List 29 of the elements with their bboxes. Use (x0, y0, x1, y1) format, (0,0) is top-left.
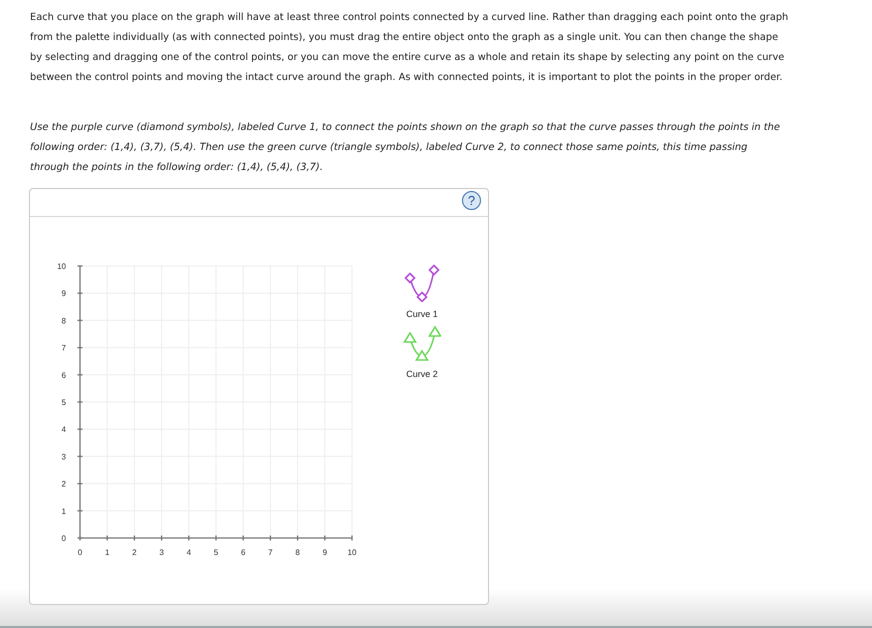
diamond-curve-icon[interactable] (403, 264, 441, 302)
x-tick-label: 1 (104, 548, 110, 557)
y-tick-label: 7 (62, 344, 66, 353)
curve-label: Curve 1 (406, 308, 438, 320)
y-tick-label: 0 (62, 534, 66, 543)
y-tick-label: 2 (62, 480, 66, 489)
x-tick-label: 3 (159, 548, 164, 557)
y-tick-label: 6 (62, 370, 66, 380)
x-tick-label: 8 (295, 548, 300, 557)
help-button[interactable]: ? (462, 191, 481, 210)
instructions-text: Each curve that you place on the graph will have at least three control points connected by a curved line. Rather than dragging each point onto the graph from the palette individually (as with connected points), you must drag the entire object onto the graph as a single unit. You can then change the shape by selecting and dragging one of the control points, or you can move the entire curve as a whole and retain its shape by selecting any point on the curve between the control points and moving the intact curve around the graph. As with connected points, it is important to plot the points in the proper order. (29, 11, 790, 85)
x-tick-label: 10 (348, 548, 356, 557)
x-tick-label: 2 (132, 548, 137, 557)
x-tick-label: 5 (214, 548, 218, 557)
y-tick-label: 10 (57, 262, 66, 271)
x-tick-label: 4 (186, 548, 192, 557)
y-tick-label: 8 (62, 316, 66, 326)
y-tick-label: 3 (62, 452, 66, 462)
coordinate-graph[interactable]: 0 1 2 3 4 5 6 7 8 9 10 0 1 2 3 4 5 6 7 8 9 10 (49, 256, 369, 566)
x-tick-label: 7 (268, 548, 273, 557)
x-tick-label: 6 (240, 548, 246, 557)
y-tick-label: 1 (62, 506, 66, 516)
y-tick-label: 4 (62, 425, 66, 434)
curve-label: Curve 2 (406, 368, 438, 380)
y-tick-label: 9 (62, 289, 66, 298)
x-tick-label: 0 (78, 548, 82, 557)
y-tick-label: 5 (62, 398, 66, 407)
x-tick-label: 9 (322, 548, 328, 557)
task-text: Use the purple curve (diamond symbols), labeled Curve 1, to connect the points shown on the graph so that the curve passes through the points in the following order: (1,4), (3,7), (5,4). Then use the green curve (triangle symbols), labeled Curve 2, to connect those same points, this time passing through the points in the following order: (1,4), (5,4), (3,7). (29, 121, 782, 175)
